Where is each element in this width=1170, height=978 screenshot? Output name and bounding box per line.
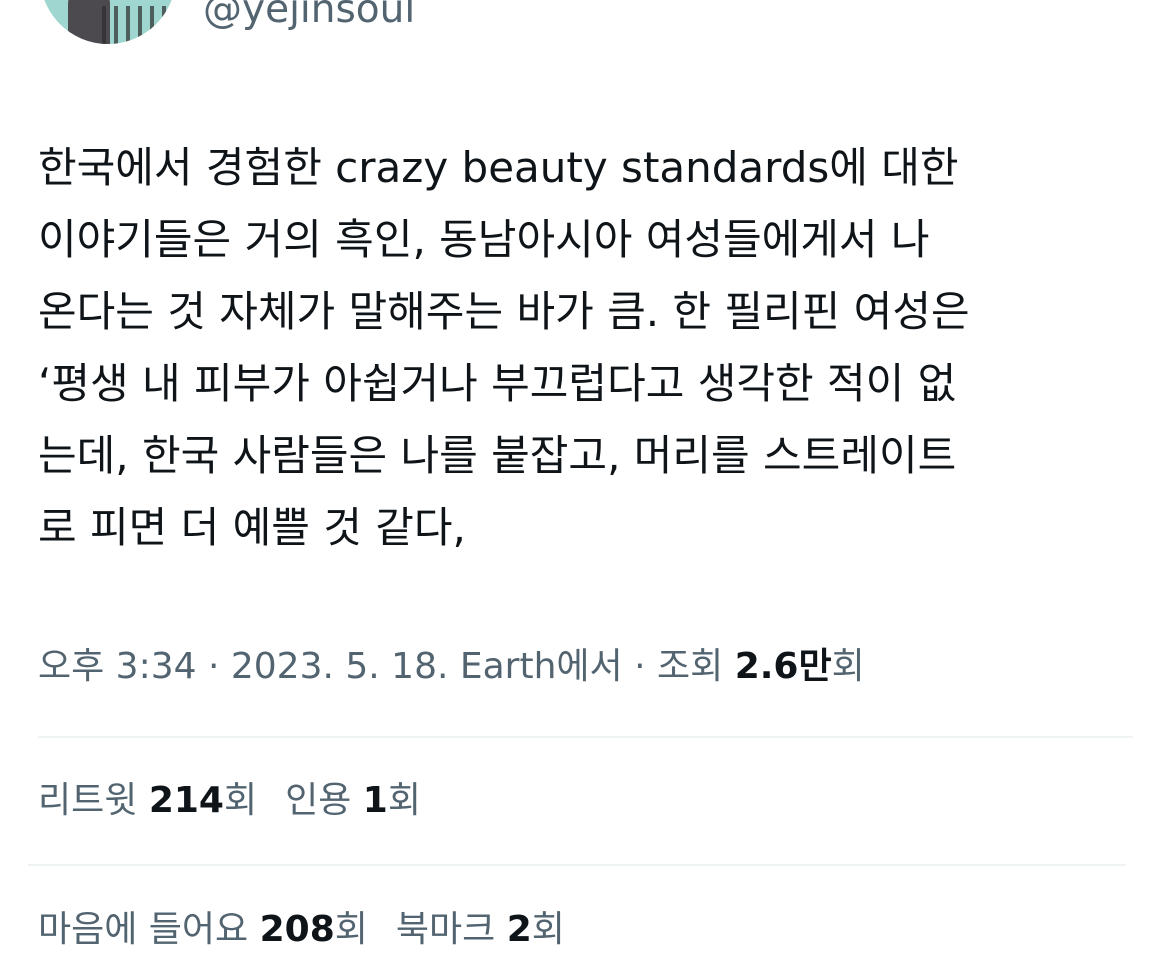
tweet-text-line: 는데, 한국 사람들은 나를 붙잡고, 머리를 스트레이트	[38, 431, 957, 480]
likes-count: 208	[259, 909, 335, 950]
engagement-row-1: 리트윗 214회 인용 1회	[38, 775, 421, 827]
tweet-text-line: ‘평생 내 피부가 아쉽거나 부끄럽다고 생각한 적이 없	[38, 359, 957, 408]
quotes-count: 1	[362, 780, 388, 821]
tweet-date[interactable]: 2023. 5. 18.	[231, 646, 449, 687]
meta-separator: ·	[622, 646, 657, 687]
bookmarks-stat[interactable]: 북마크 2회	[396, 904, 565, 956]
likes-suffix: 회	[334, 909, 368, 950]
tweet-meta: 오후 3:34 · 2023. 5. 18. Earth에서 · 조회 2.6만…	[38, 641, 865, 693]
engagement-row-2: 마음에 들어요 208회 북마크 2회	[38, 904, 565, 956]
retweets-count: 214	[148, 780, 224, 821]
likes-stat[interactable]: 마음에 들어요 208회	[38, 904, 368, 956]
views-suffix: 회	[831, 646, 865, 687]
avatar-fence-detail	[102, 6, 166, 44]
tweet-time[interactable]: 오후 3:34	[38, 646, 197, 687]
retweets-stat[interactable]: 리트윗 214회	[38, 775, 257, 827]
views-count: 2.6만	[734, 646, 832, 687]
views-label: 조회	[657, 646, 735, 687]
tweet-source: Earth에서	[448, 646, 623, 687]
retweets-suffix: 회	[223, 780, 258, 821]
tweet-text-line: 로 피면 더 예쁠 것 같다,	[38, 503, 466, 552]
avatar[interactable]	[40, 0, 176, 44]
bookmarks-suffix: 회	[531, 909, 565, 950]
retweets-label: 리트윗	[38, 780, 149, 821]
tweet-text: 한국에서 경험한 crazy beauty standards에 대한 이야기들…	[38, 132, 1133, 564]
quotes-suffix: 회	[387, 780, 421, 821]
divider	[38, 736, 1133, 738]
quotes-stat[interactable]: 인용 1회	[285, 775, 421, 827]
tweet-text-line: 한국에서 경험한 crazy beauty standards에 대한	[38, 143, 959, 192]
divider	[28, 864, 1126, 866]
bookmarks-label: 북마크	[395, 909, 507, 950]
bookmarks-count: 2	[506, 909, 532, 950]
tweet-text-line: 이야기들은 거의 흑인, 동남아시아 여성들에게서 나	[38, 215, 930, 264]
user-handle[interactable]: @yejinsoul	[203, 0, 415, 34]
tweet-text-line: 온다는 것 자체가 말해주는 바가 큼. 한 필리핀 여성은	[38, 287, 970, 336]
likes-label: 마음에 들어요	[38, 909, 260, 950]
meta-separator: ·	[196, 646, 231, 687]
quotes-label: 인용	[285, 780, 363, 821]
